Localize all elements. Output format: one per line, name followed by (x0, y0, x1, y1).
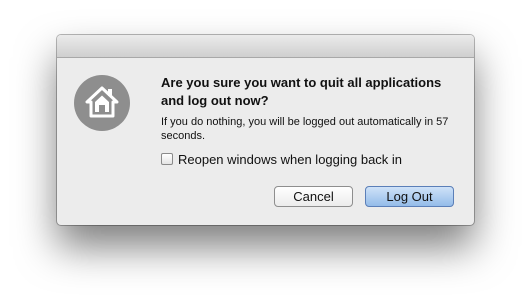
cancel-button[interactable]: Cancel (274, 186, 353, 207)
log-out-button[interactable]: Log Out (365, 186, 454, 207)
home-icon (74, 75, 130, 131)
logout-dialog: Are you sure you want to quit all applic… (57, 35, 474, 225)
reopen-windows-option[interactable]: Reopen windows when logging back in (161, 151, 402, 167)
dialog-titlebar (57, 35, 474, 58)
dialog-message: If you do nothing, you will be logged ou… (161, 116, 449, 142)
dialog-title: Are you sure you want to quit all applic… (161, 75, 442, 108)
reopen-windows-label[interactable]: Reopen windows when logging back in (178, 152, 402, 167)
reopen-windows-checkbox[interactable] (161, 153, 173, 165)
